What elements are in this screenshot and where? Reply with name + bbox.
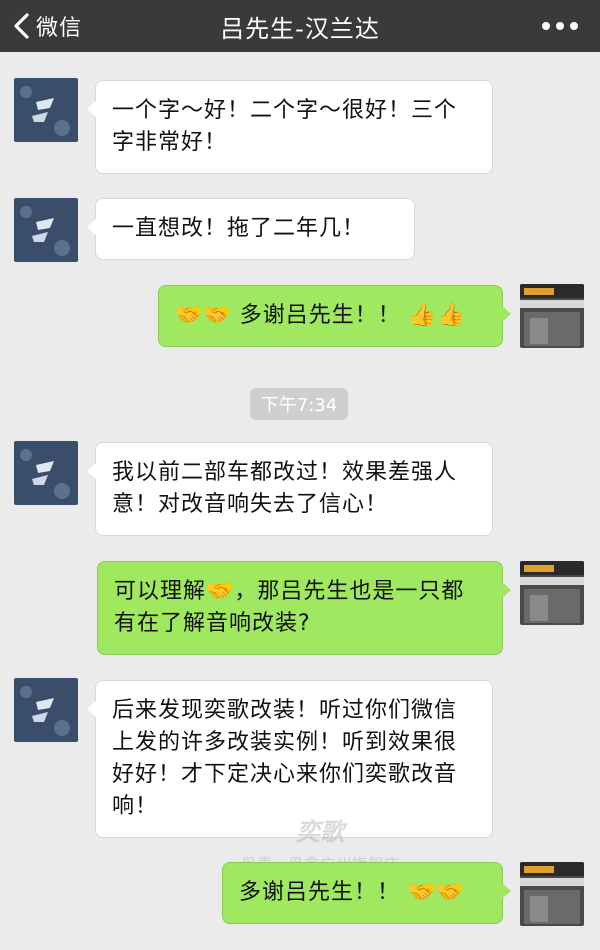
- contact-avatar-image: [14, 78, 78, 142]
- back-label: 微信: [36, 16, 83, 41]
- contact-avatar[interactable]: [14, 441, 78, 505]
- contact-avatar-image: [14, 198, 78, 262]
- chat-header: 微信 吕先生-汉兰达: [0, 0, 600, 52]
- handshake-icon: 🤝🤝: [408, 880, 465, 905]
- store-avatar-image: [520, 284, 584, 348]
- message-bubble[interactable]: 可以理解🤝，那吕先生也是一只都有在了解音响改装?: [97, 561, 511, 655]
- my-avatar[interactable]: [520, 561, 584, 625]
- my-avatar[interactable]: [520, 284, 584, 348]
- back-button[interactable]: 微信: [0, 0, 120, 52]
- timestamp: 下午7:34: [250, 388, 348, 420]
- thumbs-up-icon: 👍👍: [408, 303, 466, 328]
- contact-avatar[interactable]: [14, 678, 78, 742]
- chat-title: 吕先生-汉兰达: [220, 14, 380, 43]
- watermark-brand: 奕歌: [296, 818, 344, 846]
- message-bubble[interactable]: 🤝🤝 多谢吕先生！！ 👍👍: [158, 285, 511, 347]
- message-bubble[interactable]: 我以前二部车都改过！效果差强人意！对改音响失去了信心！: [87, 442, 493, 536]
- more-dots-icon[interactable]: [542, 16, 578, 36]
- contact-avatar[interactable]: [14, 198, 78, 262]
- message-text: 多谢吕先生！！: [239, 303, 401, 328]
- chevron-left-icon: [14, 13, 29, 39]
- my-avatar[interactable]: [520, 862, 584, 926]
- contact-avatar[interactable]: [14, 78, 78, 142]
- message-text: 多谢吕先生！！: [239, 880, 401, 905]
- contact-avatar-image: [14, 678, 78, 742]
- contact-avatar-image: [14, 441, 78, 505]
- message-bubble[interactable]: 多谢吕先生！！ 🤝🤝: [222, 862, 511, 924]
- message-bubble[interactable]: 一个字～好！二个字～很好！三个字非常好！: [87, 80, 493, 174]
- message-bubble[interactable]: 一直想改！拖了二年几！: [87, 198, 415, 260]
- message-text: 可以理解: [114, 579, 207, 604]
- handshake-icon: 🤝: [206, 579, 235, 604]
- store-avatar-image: [520, 561, 584, 625]
- store-avatar-image: [520, 862, 584, 926]
- handshake-icon: 🤝🤝: [175, 303, 232, 328]
